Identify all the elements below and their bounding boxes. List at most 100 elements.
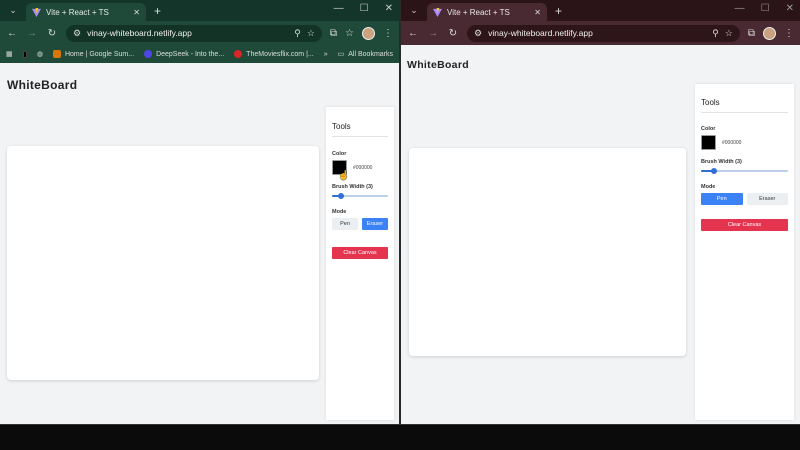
chevron-more-icon[interactable]: » — [324, 51, 328, 58]
reload-icon[interactable]: ↻ — [46, 28, 58, 39]
browser-toolbar: ← → ↻ ⚙ vinay-whiteboard.netlify.app ⚲ ☆… — [401, 21, 800, 45]
window-controls: — ☐ ✕ — [334, 3, 393, 14]
star-icon[interactable]: ☆ — [307, 28, 315, 39]
clear-canvas-button[interactable]: Clear Canvas — [701, 219, 788, 231]
slider-thumb[interactable] — [338, 193, 344, 199]
kebab-menu-icon[interactable]: ⋮ — [784, 28, 794, 39]
brush-width-label: Brush Width (3) — [701, 159, 742, 165]
apps-grid-icon[interactable]: ▦ — [6, 50, 13, 58]
clear-canvas-button[interactable]: Clear Canvas — [332, 247, 388, 259]
mouse-cursor-icon: ☝ — [338, 170, 350, 180]
avatar[interactable] — [362, 26, 375, 40]
slider-thumb[interactable] — [711, 168, 717, 174]
magnifier-icon[interactable]: ⚲ — [712, 28, 719, 39]
maximize-icon[interactable]: ☐ — [761, 3, 770, 14]
drawing-canvas[interactable] — [409, 148, 686, 356]
mode-toggle: Pen Eraser — [332, 218, 388, 230]
page-content: WhiteBoard Tools Color #000000 Brush Wid… — [0, 63, 399, 424]
tab-strip: ⌄ Vite + React + TS ✕ + — ☐ ✕ — [401, 0, 800, 21]
reload-icon[interactable]: ↻ — [447, 28, 459, 39]
minimize-icon[interactable]: — — [334, 3, 344, 14]
clear-wrapper: Clear Canvas — [701, 219, 788, 231]
bookmark-black-icon[interactable] — [22, 50, 27, 58]
vite-logo-icon — [32, 7, 41, 17]
pen-button[interactable]: Pen — [701, 193, 743, 205]
avatar[interactable] — [763, 26, 776, 40]
url-text: vinay-whiteboard.netlify.app — [488, 28, 593, 38]
mode-label: Mode — [701, 184, 716, 190]
tab-search-chevron-icon[interactable]: ⌄ — [405, 2, 423, 18]
address-bar[interactable]: ⚙ vinay-whiteboard.netlify.app ⚲ ☆ — [467, 24, 740, 42]
minimize-icon[interactable]: — — [735, 3, 745, 14]
tab-active[interactable]: Vite + React + TS ✕ — [26, 3, 146, 21]
browser-window-right: ⌄ Vite + React + TS ✕ + — ☐ ✕ ← → ↻ ⚙ vi… — [401, 0, 800, 424]
new-tab-icon[interactable]: + — [555, 4, 562, 18]
all-bookmarks-label: All Bookmarks — [348, 50, 393, 58]
clear-wrapper: Clear Canvas — [332, 247, 388, 259]
arrow-right-icon[interactable]: → — [427, 28, 439, 39]
bookmark-favicon-icon — [234, 50, 243, 58]
bookmark-deepseek[interactable]: DeepSeek - Into the... — [144, 50, 224, 58]
eraser-button[interactable]: Eraser — [362, 218, 388, 230]
whale-icon — [144, 50, 153, 58]
tab-title: Vite + React + TS — [46, 7, 109, 17]
folder-icon: ▭ — [337, 51, 345, 58]
page-title: WhiteBoard — [407, 59, 469, 71]
pen-button[interactable]: Pen — [332, 218, 358, 230]
tune-icon[interactable]: ⚙ — [474, 28, 482, 39]
tab-close-icon[interactable]: ✕ — [534, 8, 541, 17]
bookmark-favicon-icon — [52, 50, 61, 58]
arrow-left-icon[interactable]: ← — [407, 28, 419, 39]
desktop: ⌄ Vite + React + TS ✕ + — ☐ ✕ ← → ↻ ⚙ vi… — [0, 0, 800, 450]
color-hex: #000000 — [722, 139, 742, 146]
tab-close-icon[interactable]: ✕ — [133, 8, 140, 17]
vite-logo-icon — [433, 7, 442, 17]
close-window-icon[interactable]: ✕ — [385, 3, 393, 14]
puzzle-icon[interactable]: ⧉ — [330, 28, 337, 39]
bookmark-star-icon[interactable]: ☆ — [345, 28, 354, 39]
tools-title: Tools — [332, 122, 388, 137]
tab-search-chevron-icon[interactable]: ⌄ — [4, 2, 22, 18]
puzzle-icon[interactable]: ⧉ — [748, 28, 755, 39]
bookmark-moviesflix[interactable]: TheMoviesflix.com |... — [234, 50, 314, 58]
maximize-icon[interactable]: ☐ — [360, 3, 369, 14]
globe-icon[interactable]: ◍ — [37, 50, 43, 58]
tune-icon[interactable]: ⚙ — [73, 28, 81, 39]
page-content: WhiteBoard Tools Color #000000 Brush Wid… — [401, 45, 800, 424]
window-controls: — ☐ ✕ — [735, 3, 794, 14]
arrow-right-icon[interactable]: → — [26, 28, 38, 39]
brush-width-label: Brush Width (3) — [332, 184, 373, 190]
bookmarks-right: » ▭ All Bookmarks — [324, 50, 393, 59]
tools-title: Tools — [701, 98, 788, 113]
tools-panel: Tools Color #000000 Brush Width (3) Mode… — [326, 107, 394, 420]
bookmark-label: DeepSeek - Into the... — [156, 50, 225, 58]
mode-label: Mode — [332, 209, 347, 215]
color-label: Color — [332, 151, 347, 157]
new-tab-icon[interactable]: + — [154, 4, 161, 18]
bookmarks-bar: ▦ ◍ Home | Google Sum... DeepSeek - Into… — [0, 45, 399, 63]
mode-toggle: Pen Eraser — [701, 193, 788, 205]
bookmark-google-sum[interactable]: Home | Google Sum... — [52, 50, 135, 58]
bookmark-label: TheMoviesflix.com |... — [246, 50, 314, 58]
tools-panel: Tools Color #000000 Brush Width (3) Mode… — [695, 84, 794, 420]
color-row: #000000 — [701, 135, 788, 150]
brush-width-slider[interactable] — [332, 193, 388, 199]
color-hex: #000000 — [353, 164, 373, 171]
all-bookmarks-button[interactable]: ▭ All Bookmarks — [337, 50, 393, 59]
browser-window-left: ⌄ Vite + React + TS ✕ + — ☐ ✕ ← → ↻ ⚙ vi… — [0, 0, 399, 424]
color-label: Color — [701, 126, 716, 132]
taskbar — [0, 424, 800, 450]
browser-toolbar: ← → ↻ ⚙ vinay-whiteboard.netlify.app ⚲ ☆… — [0, 21, 399, 45]
drawing-canvas[interactable] — [7, 146, 319, 380]
close-window-icon[interactable]: ✕ — [786, 3, 794, 14]
tab-active[interactable]: Vite + React + TS ✕ — [427, 3, 547, 21]
address-bar[interactable]: ⚙ vinay-whiteboard.netlify.app ⚲ ☆ — [66, 24, 322, 42]
kebab-menu-icon[interactable]: ⋮ — [383, 28, 393, 39]
star-icon[interactable]: ☆ — [725, 28, 733, 39]
magnifier-icon[interactable]: ⚲ — [294, 28, 301, 39]
bookmark-label: Home | Google Sum... — [64, 50, 135, 58]
eraser-button[interactable]: Eraser — [746, 193, 788, 205]
arrow-left-icon[interactable]: ← — [6, 28, 18, 39]
color-picker[interactable] — [701, 135, 716, 150]
brush-width-slider[interactable] — [701, 168, 788, 174]
